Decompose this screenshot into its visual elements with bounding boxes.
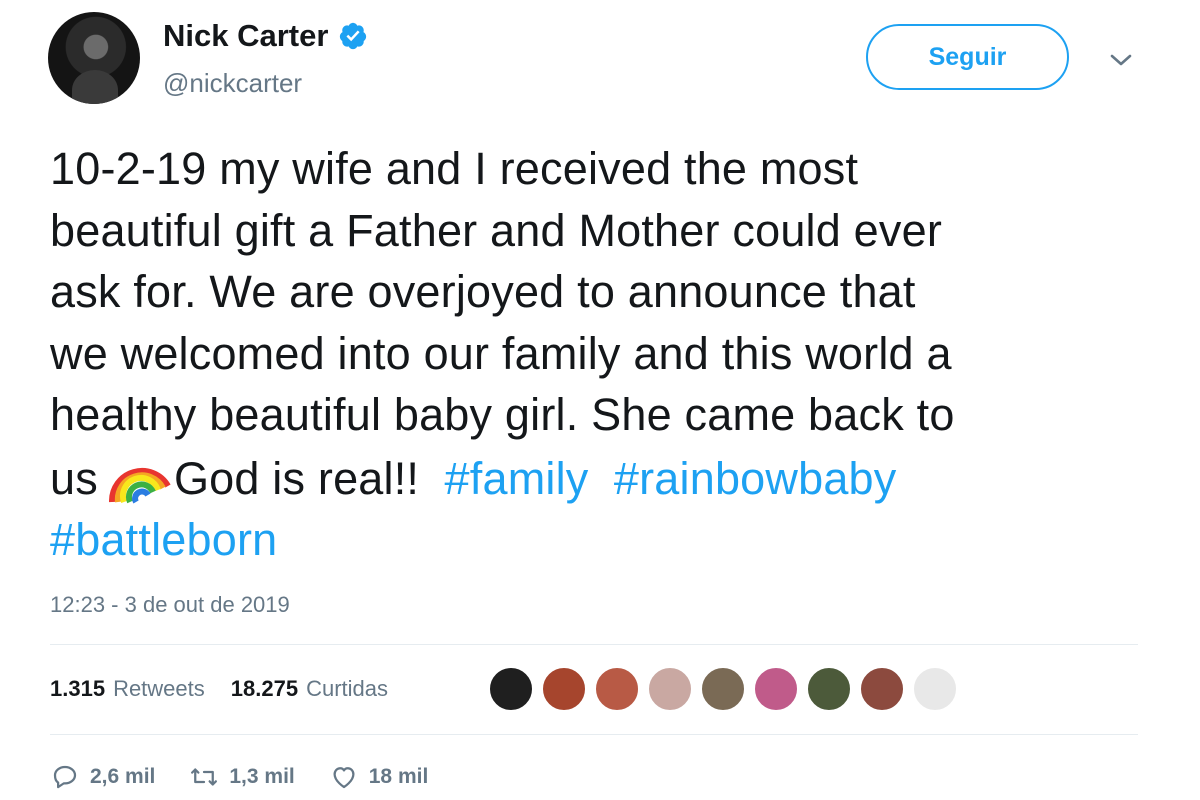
author-avatar[interactable] xyxy=(48,12,140,104)
hashtag-family[interactable]: #family xyxy=(445,453,589,504)
tweet-text: 10-2-19 my wife and I received the most … xyxy=(50,138,1160,571)
tweet-line: 10-2-19 my wife and I received the most xyxy=(50,143,859,194)
author-handle[interactable]: @nickcarter xyxy=(163,68,302,99)
rainbow-emoji-icon xyxy=(108,467,171,504)
tweet-line: ask for. We are overjoyed to announce th… xyxy=(50,266,916,317)
hashtag-rainbowbaby[interactable]: #rainbowbaby xyxy=(614,453,897,504)
author-name[interactable]: Nick Carter xyxy=(163,18,328,54)
retweet-icon xyxy=(191,768,218,786)
tweet-line-7: #battleborn xyxy=(50,509,1160,571)
chevron-down-icon[interactable] xyxy=(1108,50,1134,70)
tweet-line: healthy beautiful baby girl. She came ba… xyxy=(50,389,955,440)
tweet-line: we welcomed into our family and this wor… xyxy=(50,327,952,379)
reply-count: 2,6 mil xyxy=(90,765,156,788)
reply-button[interactable]: 2,6 mil xyxy=(50,762,155,792)
retweet-count: 1,3 mil xyxy=(229,765,295,788)
liker-avatar[interactable] xyxy=(806,666,852,712)
heart-icon xyxy=(333,767,355,789)
like-button[interactable]: 18 mil xyxy=(329,762,429,792)
tweet-timestamp[interactable]: 12:23 - 3 de out de 2019 xyxy=(50,592,290,618)
liker-avatar[interactable] xyxy=(488,666,534,712)
retweets-count[interactable]: 1.315 xyxy=(50,676,105,702)
tweet-line-6: us God is real!! #family #rainbowbaby xyxy=(50,446,1160,510)
hashtag-battleborn[interactable]: #battleborn xyxy=(50,514,277,565)
likes-label[interactable]: Curtidas xyxy=(306,676,388,702)
tweet-line-text: God is real!! xyxy=(173,452,420,504)
liker-avatar[interactable] xyxy=(700,666,746,712)
author-name-row: Nick Carter xyxy=(163,18,368,54)
divider xyxy=(50,644,1138,645)
tweet-actions: 2,6 mil 1,3 mil 18 mil xyxy=(50,762,462,792)
reply-icon xyxy=(53,765,77,789)
liker-avatar[interactable] xyxy=(647,666,693,712)
like-count: 18 mil xyxy=(368,765,429,788)
liker-avatar[interactable] xyxy=(541,666,587,712)
tweet-line-start: us xyxy=(50,452,98,504)
verified-badge-icon xyxy=(340,22,367,50)
liker-avatars xyxy=(488,666,958,712)
retweets-label[interactable]: Retweets xyxy=(113,676,205,702)
tweet-line: beautiful gift a Father and Mother could… xyxy=(50,204,943,256)
liker-avatar[interactable] xyxy=(594,666,640,712)
liker-avatar[interactable] xyxy=(859,666,905,712)
engagement-stats: 1.315 Retweets 18.275 Curtidas xyxy=(50,676,406,702)
retweet-button[interactable]: 1,3 mil xyxy=(189,762,295,792)
liker-avatar[interactable] xyxy=(912,666,958,712)
likes-count[interactable]: 18.275 xyxy=(231,676,298,702)
follow-button[interactable]: Seguir xyxy=(866,24,1069,90)
liker-avatar[interactable] xyxy=(753,666,799,712)
divider xyxy=(50,734,1138,735)
